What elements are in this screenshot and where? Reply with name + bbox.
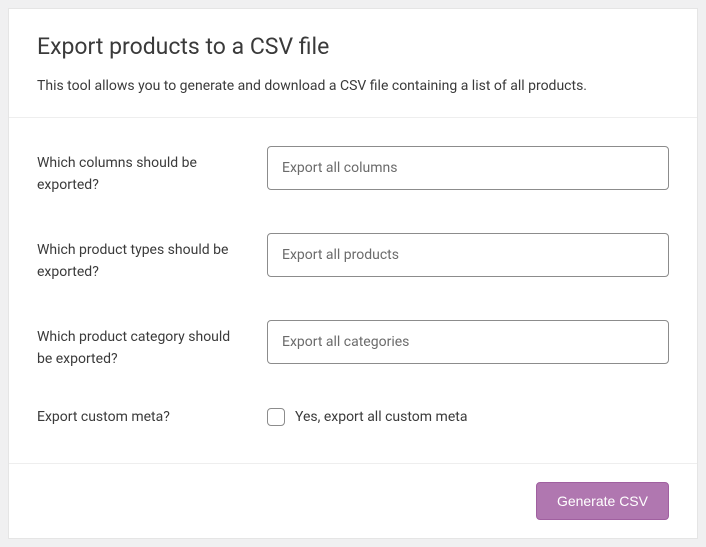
- form-section: Which columns should be exported? Export…: [9, 117, 697, 463]
- columns-label: Which columns should be exported?: [37, 146, 267, 197]
- panel-footer: Generate CSV: [9, 463, 697, 538]
- meta-label: Export custom meta?: [37, 406, 267, 428]
- category-select[interactable]: Export all categories: [267, 320, 669, 364]
- panel-header: Export products to a CSV file This tool …: [9, 9, 697, 117]
- meta-checkbox[interactable]: [267, 408, 285, 426]
- category-row: Which product category should be exporte…: [37, 302, 669, 389]
- page-description: This tool allows you to generate and dow…: [37, 76, 669, 97]
- page-title: Export products to a CSV file: [37, 33, 669, 60]
- types-field-wrapper: Export all products: [267, 233, 669, 277]
- meta-row: Export custom meta? Yes, export all cust…: [37, 388, 669, 446]
- types-label: Which product types should be exported?: [37, 233, 267, 284]
- columns-row: Which columns should be exported? Export…: [37, 128, 669, 215]
- category-field-wrapper: Export all categories: [267, 320, 669, 364]
- meta-field-wrapper: Yes, export all custom meta: [267, 406, 669, 426]
- category-select-placeholder: Export all categories: [282, 334, 409, 350]
- export-panel: Export products to a CSV file This tool …: [8, 8, 698, 539]
- columns-select[interactable]: Export all columns: [267, 146, 669, 190]
- columns-select-placeholder: Export all columns: [282, 160, 397, 176]
- types-row: Which product types should be exported? …: [37, 215, 669, 302]
- meta-checkbox-label: Yes, export all custom meta: [295, 409, 467, 425]
- category-label: Which product category should be exporte…: [37, 320, 267, 371]
- meta-checkbox-wrapper: Yes, export all custom meta: [267, 406, 669, 426]
- types-select[interactable]: Export all products: [267, 233, 669, 277]
- columns-field-wrapper: Export all columns: [267, 146, 669, 190]
- types-select-placeholder: Export all products: [282, 247, 399, 263]
- generate-csv-button[interactable]: Generate CSV: [536, 482, 669, 520]
